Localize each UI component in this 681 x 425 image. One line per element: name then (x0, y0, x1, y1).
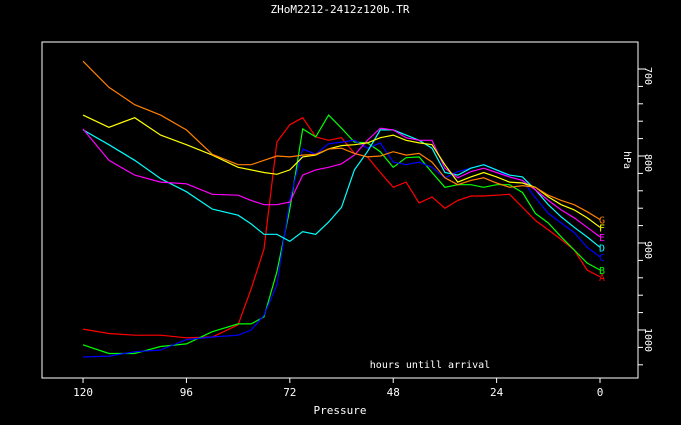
series-end-labels: ABCDEFG (599, 216, 605, 284)
series-label-G: G (599, 216, 605, 227)
series-label-C: C (599, 253, 605, 264)
series-label-B: B (599, 266, 605, 277)
y-tick-label: 700 (642, 67, 653, 85)
x-axis-label: Pressure (314, 404, 367, 417)
x-axis: 120 96 72 48 24 0 (73, 378, 603, 399)
y-tick-label: 1000 (642, 328, 653, 352)
x-tick-label: 120 (73, 386, 93, 399)
x-tick-label: 48 (387, 386, 400, 399)
series-label-D: D (599, 243, 605, 254)
series-line-C (82, 139, 601, 358)
y-tick-label: 800 (642, 154, 653, 172)
pressure-chart: ZHoM2212-2412z120b.TR 120 96 72 48 24 0 700 80… (41, 3, 653, 417)
series-label-E: E (599, 233, 605, 244)
x-tick-label: 96 (180, 386, 193, 399)
series-line-G (82, 60, 601, 221)
plot-frame (41, 41, 639, 379)
y-tick-label: 900 (642, 241, 653, 259)
series-lines (82, 60, 601, 358)
series-line-B (82, 114, 601, 355)
y-axis: 700 800 900 1000 (638, 67, 653, 366)
series-line-A (82, 116, 601, 339)
x-tick-label: 24 (490, 386, 504, 399)
series-line-F (82, 114, 601, 228)
x-tick-label: 72 (283, 386, 296, 399)
chart-title: ZHoM2212-2412z120b.TR (270, 3, 409, 16)
x-tick-label: 0 (597, 386, 604, 399)
y-axis-label: hPa (621, 151, 632, 169)
annotation-hours-until-arrival: hours untill arrival (370, 360, 490, 371)
series-line-D (82, 129, 601, 248)
